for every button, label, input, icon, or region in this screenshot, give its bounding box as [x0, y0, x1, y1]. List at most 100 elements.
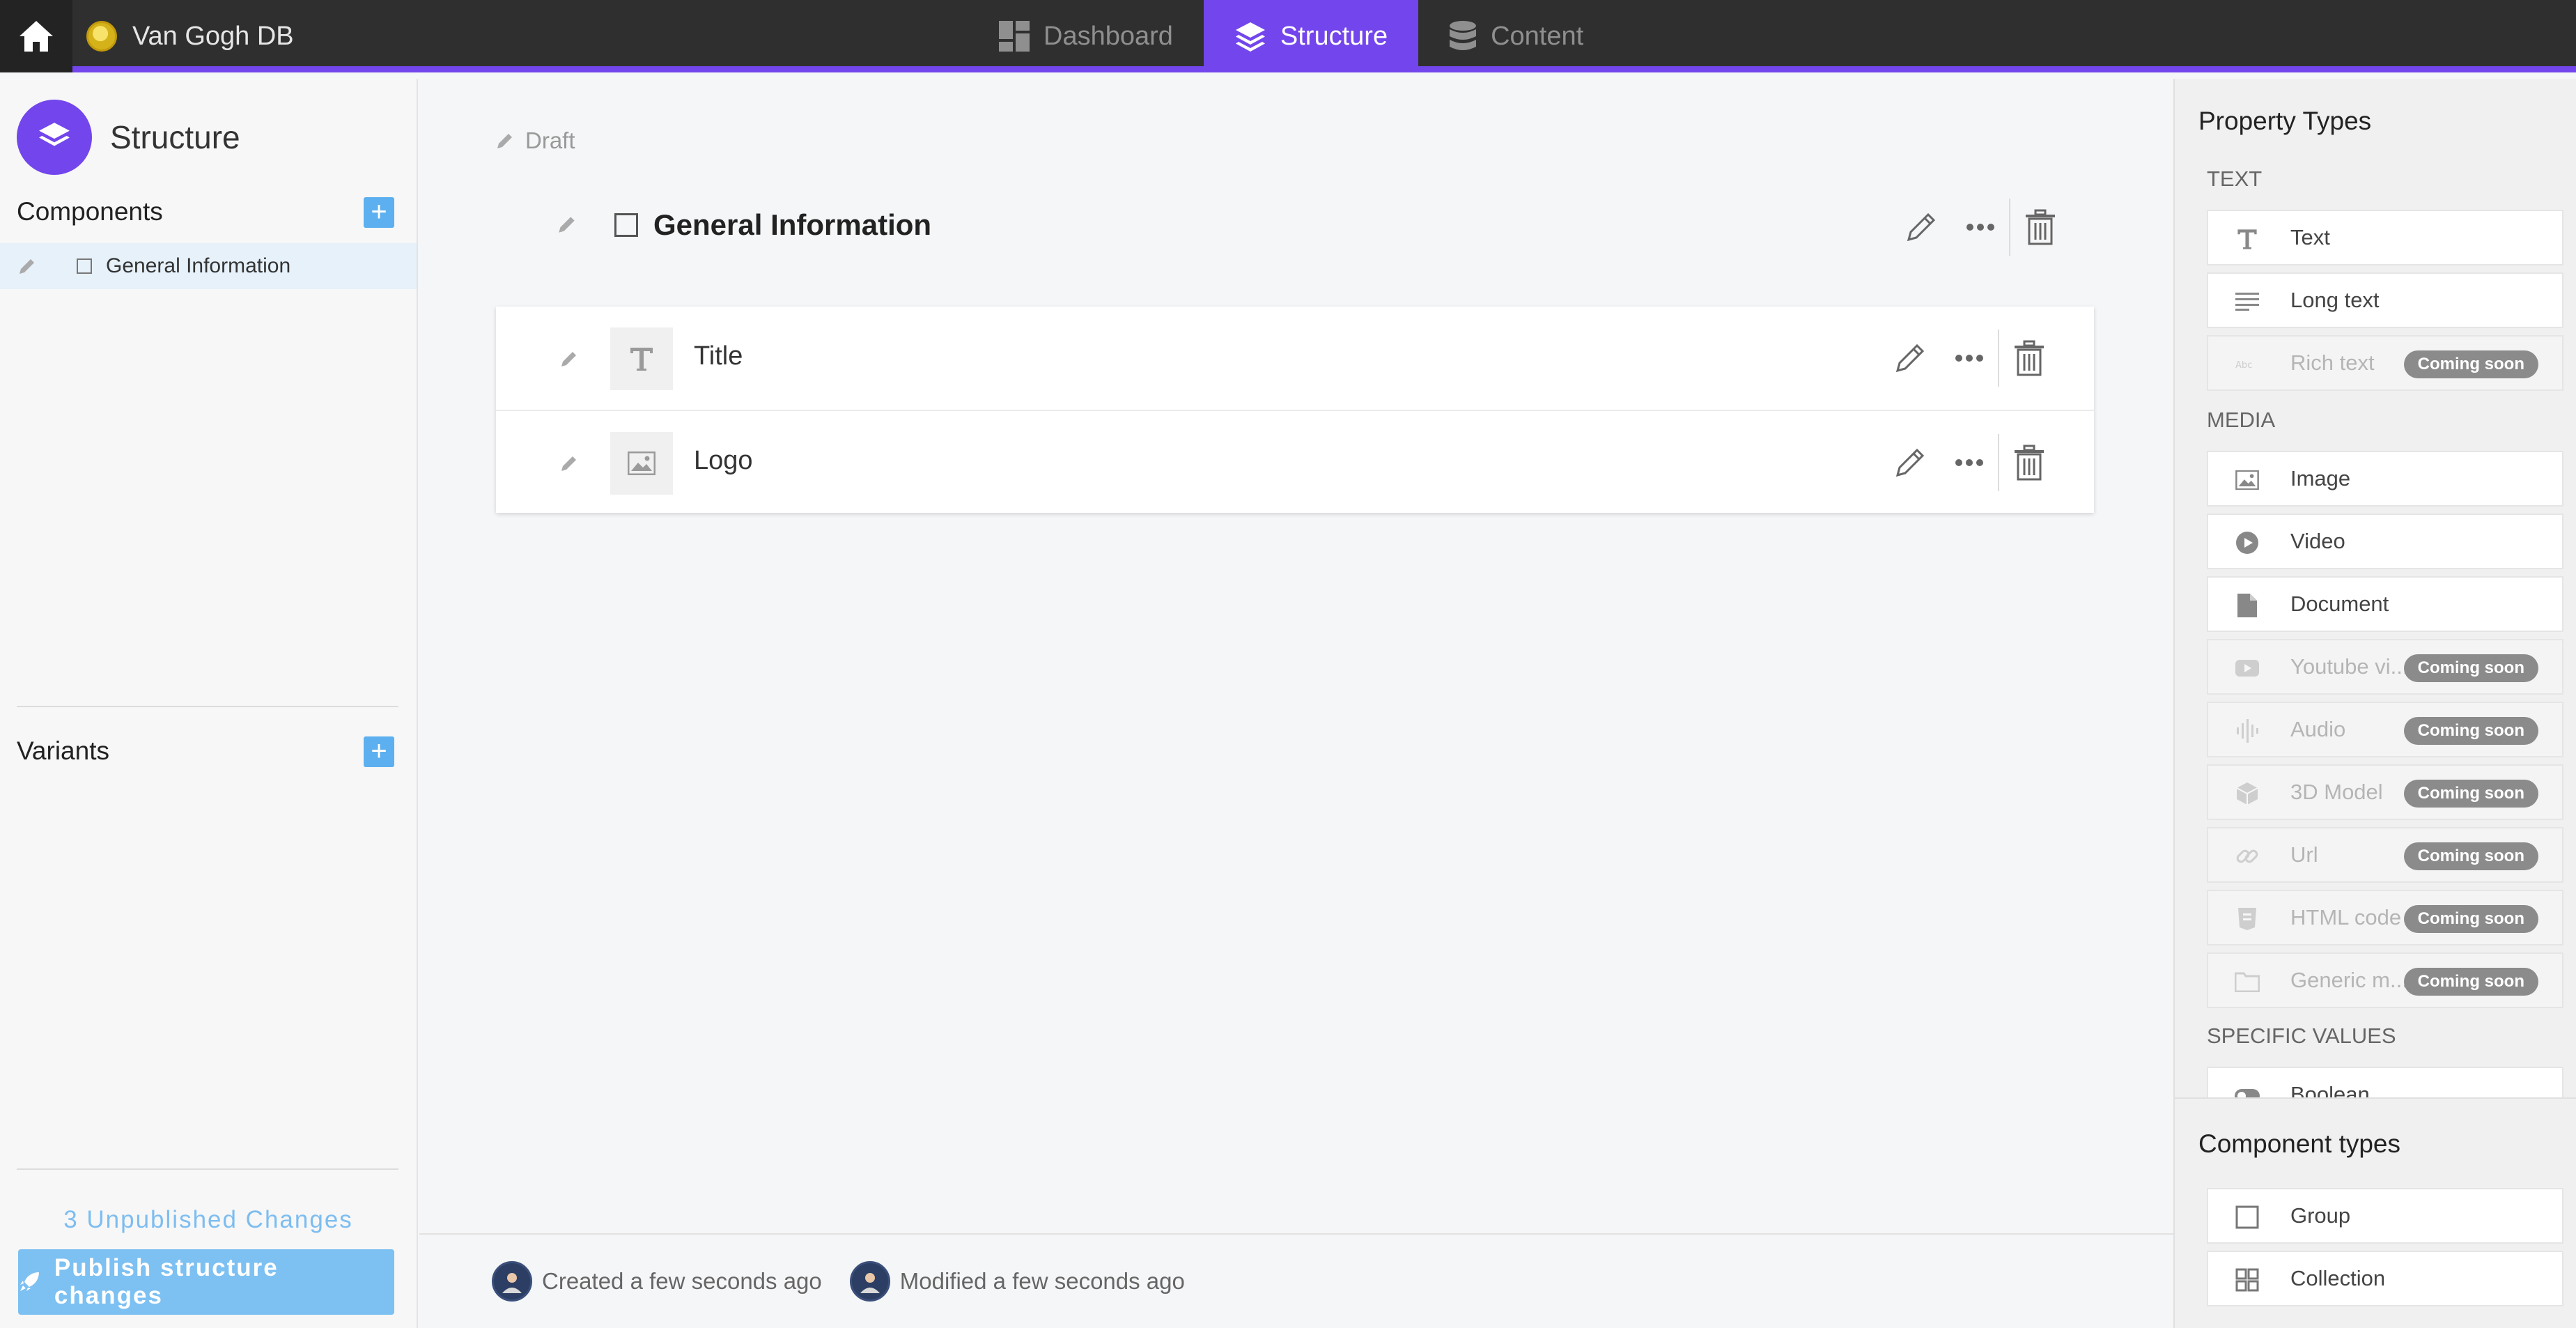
- property-type-url: Url Coming soon: [2207, 827, 2563, 883]
- field-name: Logo: [694, 446, 753, 475]
- html-icon: [2235, 906, 2260, 932]
- component-type-label: Group: [2290, 1203, 2351, 1228]
- tab-dashboard[interactable]: Dashboard: [968, 0, 1204, 72]
- edit-icon[interactable]: [1892, 445, 1928, 481]
- sidebar-divider: [17, 1168, 398, 1170]
- pencil-icon: [497, 134, 512, 148]
- property-type-video[interactable]: Video: [2207, 514, 2563, 569]
- panel-divider: [2175, 1097, 2576, 1099]
- property-types-title: Property Types: [2198, 107, 2372, 135]
- field-row[interactable]: Logo: [496, 410, 2094, 513]
- property-type-generic-media: Generic m... Coming soon: [2207, 952, 2563, 1008]
- edit-icon[interactable]: [1903, 209, 1939, 245]
- text-type-icon: [610, 327, 673, 390]
- sidebar-header: Structure: [17, 100, 240, 175]
- coming-soon-badge: Coming soon: [2403, 842, 2538, 870]
- image-icon: [2235, 468, 2260, 493]
- property-type-label: Generic m...: [2290, 968, 2408, 992]
- structure-sidebar: Structure Components + General Informati…: [0, 79, 418, 1328]
- property-type-label: Long text: [2290, 288, 2380, 312]
- checkbox-icon: [77, 258, 92, 274]
- more-icon[interactable]: [1955, 354, 1984, 362]
- field-actions: [1892, 330, 2045, 387]
- draft-status: Draft: [495, 128, 575, 154]
- layers-icon: [17, 100, 92, 175]
- pencil-icon[interactable]: [17, 256, 38, 277]
- action-separator: [2009, 199, 2010, 256]
- component-item[interactable]: General Information: [0, 243, 417, 289]
- layers-icon: [1235, 22, 1265, 52]
- modified-text: Modified a few seconds ago: [899, 1268, 1185, 1294]
- avatar: [492, 1261, 532, 1302]
- app-name: Van Gogh DB: [132, 21, 294, 51]
- component-types-title: Component types: [2198, 1129, 2401, 1158]
- tab-dashboard-label: Dashboard: [1043, 21, 1173, 51]
- property-type-3d-model: 3D Model Coming soon: [2207, 764, 2563, 820]
- group-actions: [1903, 199, 2056, 256]
- property-type-label: Text: [2290, 225, 2330, 249]
- home-button[interactable]: [0, 0, 72, 72]
- created-meta: Created a few seconds ago: [492, 1261, 822, 1302]
- coming-soon-badge: Coming soon: [2403, 968, 2538, 996]
- more-icon[interactable]: [1955, 458, 1984, 467]
- component-type-collection[interactable]: Collection: [2207, 1251, 2563, 1306]
- components-title: Components: [17, 197, 163, 226]
- tab-content[interactable]: Content: [1418, 0, 1614, 72]
- pencil-icon[interactable]: [559, 453, 580, 474]
- tab-content-label: Content: [1491, 21, 1584, 51]
- add-component-button[interactable]: +: [364, 197, 394, 228]
- property-type-rich-text: Abc Rich text Coming soon: [2207, 335, 2563, 391]
- trash-icon[interactable]: [2024, 209, 2056, 245]
- property-type-label: Document: [2290, 592, 2389, 616]
- tab-structure[interactable]: Structure: [1203, 0, 1419, 72]
- trash-icon[interactable]: [2013, 340, 2045, 376]
- dashboard-icon: [999, 21, 1030, 52]
- audio-icon: [2235, 718, 2260, 743]
- coming-soon-badge: Coming soon: [2403, 654, 2538, 682]
- property-type-label: Audio: [2290, 717, 2346, 741]
- add-variant-button[interactable]: +: [364, 736, 394, 767]
- cube-icon: [2235, 781, 2260, 806]
- more-icon[interactable]: [1966, 223, 1995, 231]
- category-media: MEDIA: [2207, 408, 2276, 432]
- property-type-label: Boolean: [2290, 1082, 2370, 1097]
- property-type-image[interactable]: Image: [2207, 451, 2563, 507]
- component-type-label: Collection: [2290, 1266, 2386, 1290]
- property-type-document[interactable]: Document: [2207, 576, 2563, 632]
- sidebar-divider: [17, 706, 398, 707]
- field-actions: [1892, 434, 2045, 491]
- group-header: General Information: [559, 208, 931, 242]
- publish-structure-button[interactable]: Publish structure changes: [18, 1249, 394, 1315]
- field-row[interactable]: Title: [496, 307, 2094, 410]
- document-icon: [2235, 593, 2260, 618]
- action-separator: [1998, 434, 1999, 491]
- field-list: Title Logo: [496, 307, 2094, 513]
- property-types-scroll[interactable]: Property Types TEXT Text Long text Abc R…: [2175, 79, 2576, 1097]
- component-type-group[interactable]: Group: [2207, 1188, 2563, 1244]
- property-type-label: Rich text: [2290, 350, 2375, 375]
- property-types-panel: Property Types TEXT Text Long text Abc R…: [2173, 79, 2576, 1328]
- link-icon: [2235, 844, 2260, 869]
- svg-text:Abc: Abc: [2235, 360, 2252, 371]
- trash-icon[interactable]: [2013, 445, 2045, 481]
- category-text: TEXT: [2207, 167, 2263, 191]
- edit-icon[interactable]: [1892, 340, 1928, 376]
- property-type-label: HTML code: [2290, 905, 2402, 929]
- coming-soon-badge: Coming soon: [2403, 350, 2538, 378]
- home-icon: [20, 21, 53, 52]
- sidebar-title: Structure: [110, 119, 240, 155]
- category-specific-values: SPECIFIC VALUES: [2207, 1024, 2396, 1048]
- folder-icon: [2235, 969, 2260, 994]
- property-type-text[interactable]: Text: [2207, 210, 2563, 265]
- video-icon: [2235, 530, 2260, 555]
- property-type-audio: Audio Coming soon: [2207, 702, 2563, 757]
- main-nav: Dashboard Structure Content: [968, 0, 1614, 72]
- group-icon: [614, 213, 638, 237]
- pencil-icon[interactable]: [559, 348, 580, 369]
- app-title[interactable]: Van Gogh DB: [86, 0, 294, 72]
- property-type-boolean[interactable]: Boolean: [2207, 1067, 2563, 1097]
- property-type-html: HTML code Coming soon: [2207, 890, 2563, 945]
- main-footer: Created a few seconds ago Modified a few…: [419, 1233, 2173, 1328]
- property-type-label: Video: [2290, 529, 2345, 553]
- property-type-long-text[interactable]: Long text: [2207, 272, 2563, 328]
